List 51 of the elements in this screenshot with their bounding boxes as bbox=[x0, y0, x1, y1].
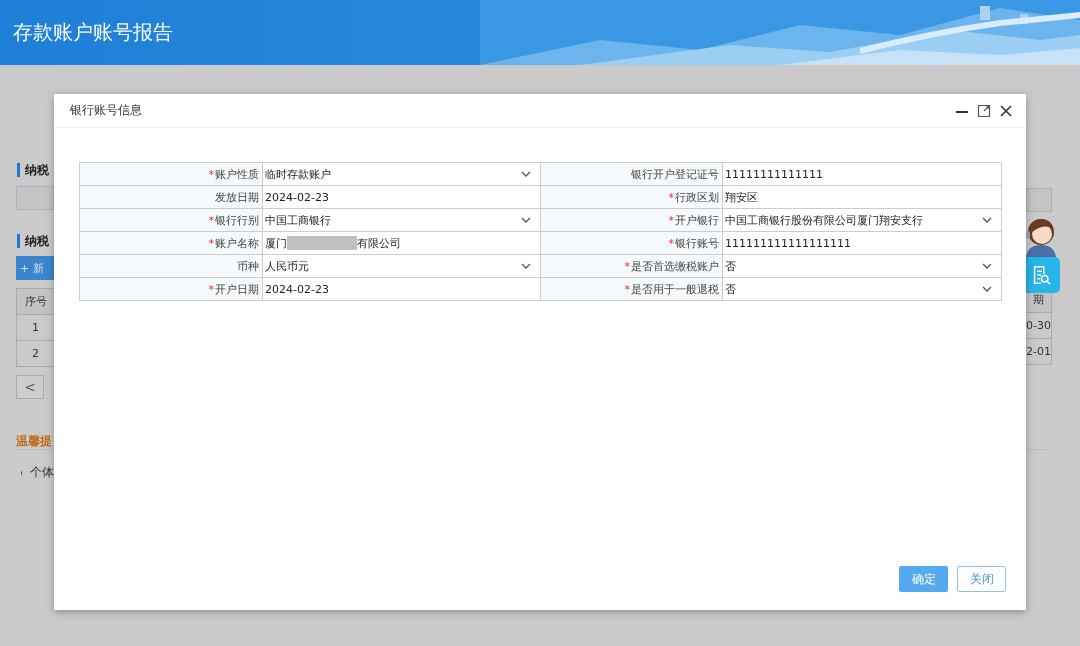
input-field[interactable] bbox=[1026, 188, 1052, 212]
select-field[interactable]: 人民币元 bbox=[263, 255, 541, 278]
tip-title: 温馨提 bbox=[16, 433, 53, 450]
maximize-icon[interactable] bbox=[977, 103, 991, 118]
input-field[interactable]: 2024-02-23 bbox=[263, 186, 541, 209]
input-field[interactable]: 厦门 有限公司 bbox=[263, 232, 541, 255]
field-label: 银行账号 bbox=[675, 235, 719, 251]
chevron-down-icon bbox=[982, 263, 992, 269]
required-mark: * bbox=[624, 259, 630, 273]
field-label: 账户性质 bbox=[215, 166, 259, 182]
field-label: 银行行别 bbox=[215, 212, 259, 228]
input-field[interactable]: 111111111111111111 bbox=[723, 232, 1002, 255]
required-mark: * bbox=[208, 282, 214, 296]
field-label: 发放日期 bbox=[215, 189, 259, 205]
page-title: 存款账户账号报告 bbox=[13, 19, 173, 46]
field-label: 开户银行 bbox=[675, 212, 719, 228]
select-field[interactable]: 否 bbox=[723, 278, 1002, 301]
required-mark: * bbox=[208, 167, 214, 181]
select-field[interactable]: 中国工商银行 bbox=[263, 209, 541, 232]
select-field[interactable]: 否 bbox=[723, 255, 1002, 278]
required-mark: * bbox=[668, 236, 674, 250]
required-mark: * bbox=[624, 282, 630, 296]
redaction-block bbox=[287, 236, 357, 250]
field-label: 开户日期 bbox=[215, 281, 259, 297]
close-button[interactable]: 关闭 bbox=[957, 566, 1006, 592]
field-label: 行政区划 bbox=[675, 189, 719, 205]
dialog-title: 银行账号信息 bbox=[70, 102, 142, 119]
required-mark: * bbox=[668, 213, 674, 227]
chevron-down-icon bbox=[521, 263, 531, 269]
input-field[interactable]: 2024-02-23 bbox=[263, 278, 541, 301]
field-label: 币种 bbox=[237, 258, 259, 274]
select-field[interactable]: 中国工商银行股份有限公司厦门翔安支行 bbox=[723, 209, 1002, 232]
field-label: 银行开户登记证号 bbox=[631, 166, 719, 182]
field-label: 账户名称 bbox=[215, 235, 259, 251]
input-field[interactable]: 11111111111111 bbox=[723, 163, 1002, 186]
required-mark: * bbox=[668, 190, 674, 204]
table-header-cell: 序号 bbox=[17, 289, 54, 315]
chevron-down-icon bbox=[982, 286, 992, 292]
chevron-down-icon bbox=[982, 217, 992, 223]
required-mark: * bbox=[208, 236, 214, 250]
required-mark: * bbox=[208, 213, 214, 227]
chevron-down-icon bbox=[521, 171, 531, 177]
tip-text: 个体 bbox=[30, 464, 54, 481]
input-field[interactable] bbox=[16, 186, 54, 210]
select-field[interactable]: 临时存款账户 bbox=[263, 163, 541, 186]
chevron-down-icon bbox=[521, 217, 531, 223]
field-label: 是否用于一般退税 bbox=[631, 281, 719, 297]
close-icon[interactable] bbox=[999, 103, 1013, 118]
previous-page-button[interactable]: < bbox=[16, 375, 44, 399]
input-field[interactable]: 翔安区 bbox=[723, 186, 1002, 209]
field-label: 是否首选缴税账户 bbox=[631, 258, 719, 274]
